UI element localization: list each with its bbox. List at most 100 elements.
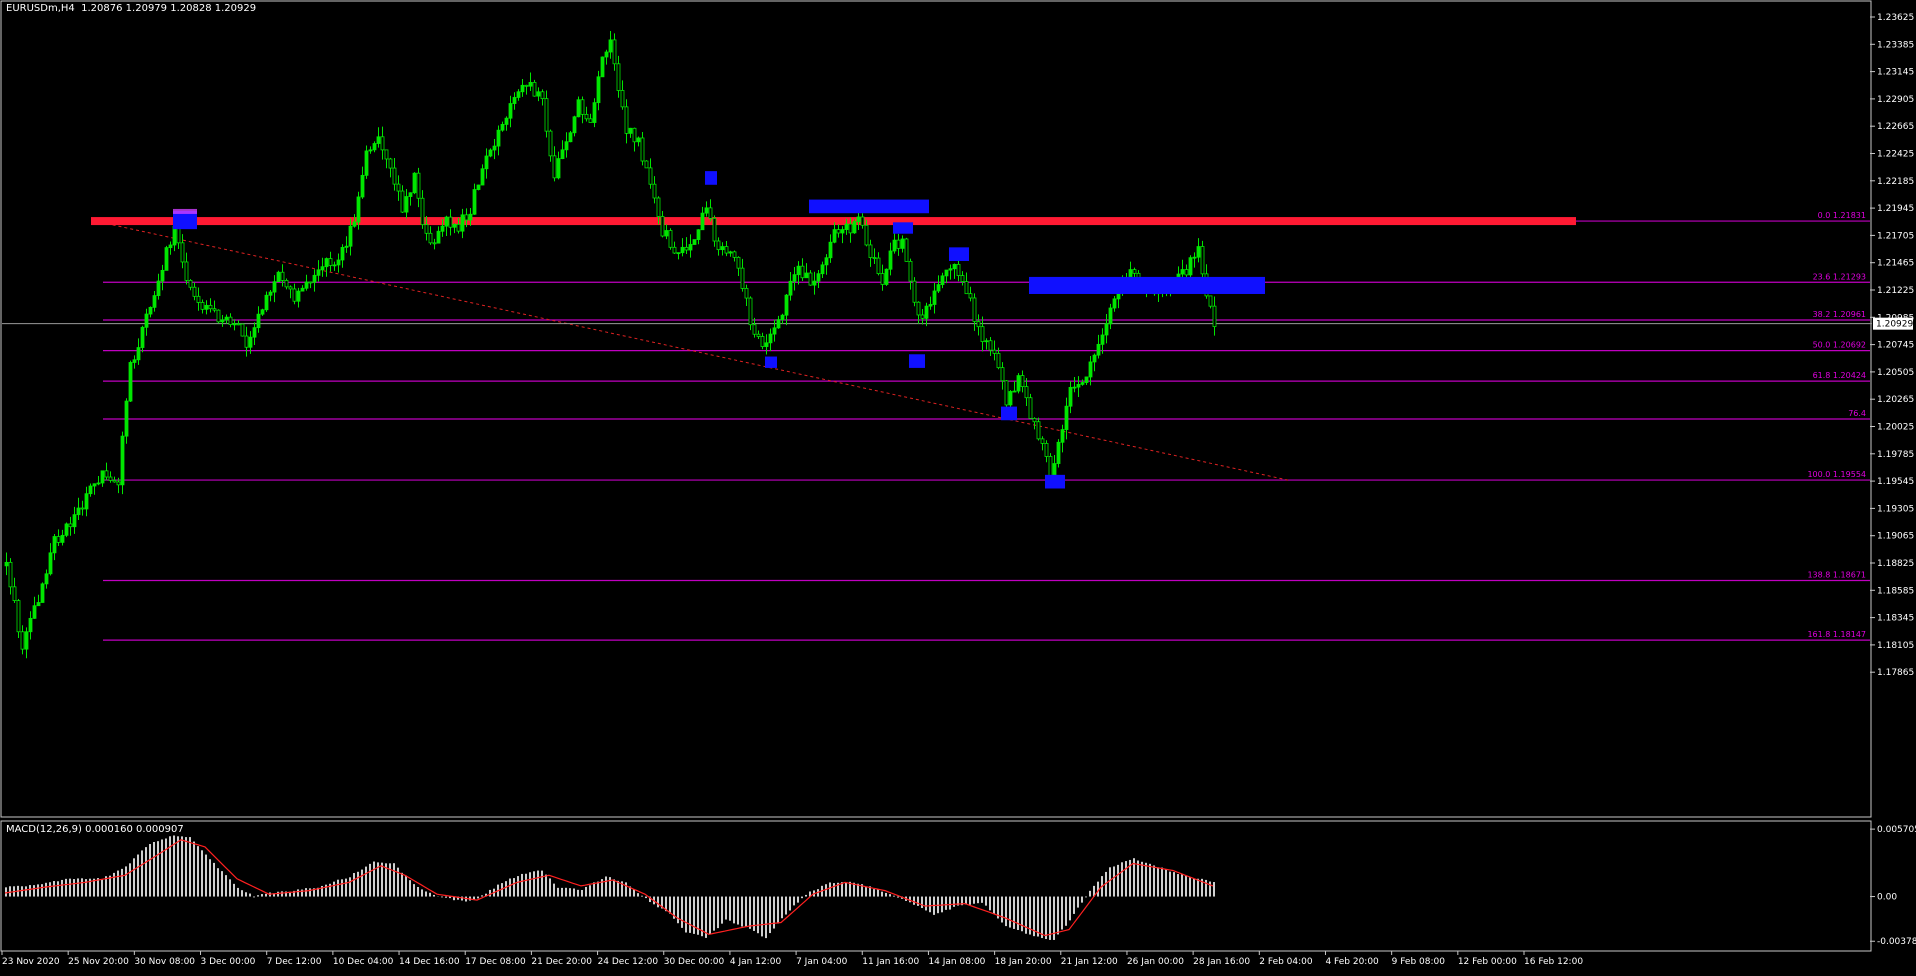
candle-body bbox=[752, 324, 757, 335]
candle-body bbox=[976, 321, 981, 328]
time-tick-label: 2 Feb 04:00 bbox=[1259, 957, 1313, 967]
candle-body bbox=[24, 631, 29, 650]
fib-level-label: 100.0 1.19554 bbox=[1807, 470, 1866, 479]
candle-body bbox=[40, 583, 45, 603]
candle-body bbox=[136, 347, 141, 361]
candle-body bbox=[212, 308, 217, 311]
candle-body bbox=[432, 242, 437, 245]
candle-body bbox=[776, 319, 781, 329]
candle-body bbox=[996, 353, 1001, 369]
candle-body bbox=[28, 617, 33, 633]
candle-body bbox=[928, 304, 933, 307]
candle-body bbox=[388, 158, 393, 169]
candle-body bbox=[204, 304, 209, 310]
candle-body bbox=[144, 313, 149, 328]
time-tick-label: 4 Jan 12:00 bbox=[730, 957, 782, 967]
candle-body bbox=[460, 214, 465, 232]
candle-body bbox=[1052, 463, 1057, 477]
candle-body bbox=[1200, 246, 1205, 275]
candle-body bbox=[920, 314, 925, 319]
candle-body bbox=[812, 280, 817, 286]
time-tick-label: 9 Feb 08:00 bbox=[1392, 957, 1446, 967]
candle-body bbox=[620, 90, 625, 108]
candle-body bbox=[396, 183, 401, 192]
candle-body bbox=[948, 268, 953, 271]
zone-cap bbox=[173, 208, 197, 214]
candle-body bbox=[392, 167, 397, 185]
candle-body bbox=[1096, 343, 1101, 356]
candle-body bbox=[264, 294, 269, 311]
candle-body bbox=[860, 216, 865, 226]
candle-body bbox=[464, 214, 469, 221]
candle-body bbox=[708, 207, 713, 219]
candle-body bbox=[824, 257, 829, 266]
candle-body bbox=[564, 141, 569, 151]
candle-body bbox=[492, 145, 497, 151]
candle-body bbox=[956, 263, 961, 277]
candle-body bbox=[964, 281, 969, 295]
time-tick-label: 14 Jan 08:00 bbox=[928, 957, 985, 967]
zone-feb-range bbox=[1029, 276, 1265, 294]
candle-body bbox=[348, 225, 353, 247]
macd-tick-label: 0.00 bbox=[1877, 893, 1897, 903]
macd-header: MACD(12,26,9) 0.000160 0.000907 bbox=[6, 824, 184, 835]
fib-level-label: 161.8 1.18147 bbox=[1807, 630, 1866, 639]
candle-body bbox=[1000, 367, 1005, 382]
fib-level-label: 0.0 1.21831 bbox=[1818, 211, 1866, 220]
candle-body bbox=[92, 483, 97, 487]
price-tick-label: 1.23385 bbox=[1877, 40, 1914, 50]
candle-body bbox=[932, 290, 937, 305]
candle-body bbox=[400, 190, 405, 213]
candle-body bbox=[960, 275, 965, 282]
time-tick-label: 30 Nov 08:00 bbox=[134, 957, 195, 967]
candle-body bbox=[52, 536, 57, 554]
candle-body bbox=[436, 230, 441, 244]
candle-body bbox=[896, 239, 901, 249]
price-tick-label: 1.20265 bbox=[1877, 395, 1914, 405]
candle-body bbox=[160, 269, 165, 282]
candle-body bbox=[504, 117, 509, 125]
zone-jan-28-high bbox=[949, 247, 969, 261]
candle-body bbox=[788, 280, 793, 296]
candle-body bbox=[572, 116, 577, 134]
candle-body bbox=[408, 192, 413, 197]
time-tick-label: 26 Jan 00:00 bbox=[1127, 957, 1184, 967]
candle-body bbox=[1076, 383, 1081, 388]
candle-body bbox=[108, 476, 113, 481]
candle-body bbox=[88, 485, 93, 495]
candle-body bbox=[904, 238, 909, 262]
zone-jan-26-high bbox=[893, 222, 913, 234]
candle-body bbox=[128, 362, 133, 402]
candle-body bbox=[980, 326, 985, 342]
candle-body bbox=[1208, 295, 1213, 307]
candle-body bbox=[580, 99, 585, 115]
candle-body bbox=[296, 290, 301, 302]
candle-body bbox=[820, 264, 825, 275]
time-tick-label: 17 Dec 08:00 bbox=[465, 957, 526, 967]
candle-body bbox=[72, 514, 77, 528]
candle-body bbox=[1064, 405, 1069, 430]
price-tick-label: 1.22185 bbox=[1877, 177, 1914, 187]
candle-body bbox=[552, 155, 557, 179]
candle-body bbox=[844, 223, 849, 230]
candle-body bbox=[80, 507, 85, 510]
candle-body bbox=[924, 305, 929, 319]
candle-body bbox=[164, 247, 169, 271]
candle-body bbox=[764, 342, 769, 347]
candle-body bbox=[468, 213, 473, 221]
candle-body bbox=[804, 272, 809, 279]
fib-level-label: 50.0 1.20692 bbox=[1813, 341, 1866, 350]
candle-body bbox=[1184, 269, 1189, 276]
price-tick-label: 1.19305 bbox=[1877, 504, 1914, 514]
current-price-label: 1.20929 bbox=[1876, 320, 1913, 330]
candle-body bbox=[424, 224, 429, 234]
price-tick-label: 1.23145 bbox=[1877, 68, 1914, 78]
candle-body bbox=[576, 99, 581, 118]
candle-body bbox=[320, 266, 325, 271]
fib-level-label: 138.8 1.18671 bbox=[1807, 571, 1866, 580]
candle-body bbox=[908, 260, 913, 282]
price-tick-label: 1.21945 bbox=[1877, 204, 1914, 214]
candle-body bbox=[356, 196, 361, 223]
candle-body bbox=[740, 267, 745, 289]
candle-body bbox=[912, 280, 917, 303]
